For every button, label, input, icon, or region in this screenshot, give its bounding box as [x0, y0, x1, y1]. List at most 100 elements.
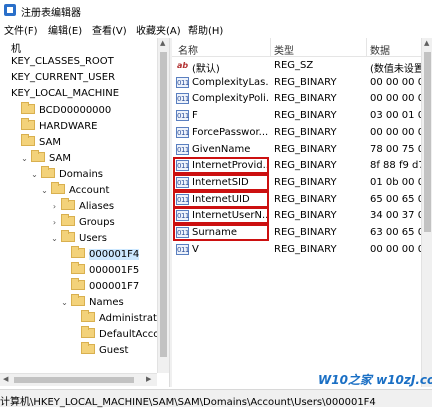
- tree-node-label: Account: [69, 185, 110, 196]
- scroll-up-icon[interactable]: ▲: [160, 39, 165, 47]
- tree-node-label: Domains: [59, 169, 104, 180]
- list-scroll-thumb[interactable]: [424, 52, 431, 232]
- string-value-icon: ab: [176, 61, 189, 70]
- scroll-right-icon[interactable]: ▶: [146, 375, 151, 383]
- folder-icon: [81, 310, 95, 322]
- tree-node[interactable]: ⌄ Account: [40, 182, 110, 200]
- watermark: W10之家 w10zJ.com: [318, 373, 432, 387]
- tree-node-label: HARDWARE: [39, 121, 98, 132]
- tree-node-label: Guest: [99, 345, 129, 356]
- tree-node-label: 000001F7: [89, 281, 140, 292]
- column-header-name[interactable]: 名称: [178, 42, 198, 57]
- value-type: REG_BINARY: [274, 110, 337, 122]
- folder-icon: [61, 214, 75, 226]
- tree-node-label: BCD00000000: [39, 105, 112, 116]
- folder-icon: [81, 342, 95, 354]
- highlight-annotation-box: [173, 173, 269, 191]
- value-name: ForcePasswor...: [192, 126, 268, 138]
- value-name: F: [192, 110, 198, 122]
- folder-icon: [71, 246, 85, 258]
- value-row[interactable]: 011ComplexityLas...REG_BINARY00 00 00 00…: [172, 75, 432, 91]
- value-type: REG_BINARY: [274, 227, 337, 238]
- column-header-type[interactable]: 类型: [274, 42, 294, 57]
- folder-icon: [21, 118, 35, 130]
- value-type: REG_BINARY: [274, 160, 337, 172]
- chevron-down-icon[interactable]: ⌄: [30, 170, 39, 179]
- chevron-right-icon[interactable]: ›: [50, 202, 59, 211]
- value-row[interactable]: 011FREG_BINARY03 00 01 00 00: [172, 108, 432, 124]
- window-title: 注册表编辑器: [21, 8, 81, 19]
- folder-icon: [61, 230, 75, 242]
- value-name: ComplexityPoli...: [192, 93, 268, 105]
- tree-node[interactable]: › Groups: [50, 214, 115, 232]
- menu-favorites[interactable]: 收藏夹(A): [136, 22, 181, 37]
- menu-help[interactable]: 帮助(H): [188, 22, 223, 37]
- menu-edit[interactable]: 编辑(E): [48, 22, 82, 37]
- folder-icon: [71, 278, 85, 290]
- tree-node-label: Users: [79, 233, 108, 244]
- tree-node[interactable]: › Aliases: [50, 198, 115, 216]
- tree-node-label: DefaultAcco: [99, 329, 160, 340]
- status-bar: 计算机\HKEY_LOCAL_MACHINE\SAM\SAM\Domains\A…: [0, 389, 432, 408]
- highlight-annotation-box: [173, 207, 269, 225]
- tree-scroll-thumb[interactable]: [160, 52, 167, 357]
- highlight-annotation-box: [173, 190, 269, 208]
- list-header: 名称 类型 数据: [172, 38, 432, 57]
- value-type: REG_BINARY: [274, 243, 337, 255]
- scroll-left-icon[interactable]: ◀: [3, 375, 8, 383]
- tree-hscroll-thumb[interactable]: [14, 377, 134, 383]
- highlight-annotation-box: [173, 224, 269, 241]
- value-row[interactable]: 011 ForcePasswor... REG_BINARY 00 00 00 00: [172, 125, 432, 141]
- value-row[interactable]: 011ComplexityPoli...REG_BINARY00 00 00 0…: [172, 91, 432, 107]
- menu-view[interactable]: 查看(V): [92, 22, 127, 37]
- value-type: REG_BINARY: [274, 126, 337, 138]
- binary-value-icon: 011: [176, 126, 189, 138]
- chevron-down-icon[interactable]: ⌄: [50, 234, 59, 243]
- tree-node[interactable]: KEY_LOCAL_MACHINE: [0, 88, 119, 104]
- value-type: REG_BINARY: [274, 76, 337, 88]
- folder-icon: [21, 102, 35, 114]
- column-header-data[interactable]: 数据: [370, 42, 390, 57]
- tree-node-label: KEY_LOCAL_MACHINE: [11, 88, 120, 99]
- folder-icon: [31, 150, 45, 162]
- tree-node[interactable]: ⌄ Names: [60, 294, 124, 312]
- tree-horizontal-scrollbar[interactable]: ◀ ▶: [0, 373, 157, 386]
- tree-node-label: 机: [11, 44, 21, 55]
- menu-file[interactable]: 文件(F): [4, 22, 38, 37]
- registry-tree[interactable]: 机 KEY_CLASSES_ROOT KEY_CURRENT_USER KEY_LOC…: [0, 38, 168, 387]
- value-name: (默认): [192, 64, 220, 75]
- chevron-down-icon[interactable]: ⌄: [40, 186, 49, 195]
- highlight-annotation-box: [173, 157, 269, 175]
- tree-node-label: Aliases: [79, 201, 115, 212]
- tree-node-label: Groups: [79, 217, 115, 228]
- menu-bar: 文件(F) 编辑(E) 查看(V) 收藏夹(A) 帮助(H): [0, 21, 432, 37]
- value-name: V: [192, 243, 199, 255]
- chevron-down-icon[interactable]: ⌄: [60, 298, 69, 307]
- binary-value-icon: 011: [176, 110, 189, 122]
- chevron-down-icon[interactable]: ⌄: [20, 154, 29, 163]
- folder-icon: [81, 326, 95, 338]
- tree-node-label: Names: [89, 297, 124, 308]
- value-row[interactable]: 011 GivenName REG_BINARY 78 00 75 00: [172, 142, 432, 158]
- values-list[interactable]: 名称 类型 数据 ab (默认) REG_SZ (数值未设置) 011 Complexit…: [172, 38, 432, 387]
- list-vertical-scrollbar[interactable]: ▲: [421, 38, 432, 387]
- tree-node-label: KEY_CLASSES_ROOT: [11, 56, 114, 67]
- value-row[interactable]: 011VREG_BINARY00 00 00 00 f4: [172, 242, 432, 258]
- scroll-up-icon[interactable]: ▲: [424, 39, 429, 47]
- binary-value-icon: 011: [176, 76, 189, 88]
- tree-node[interactable]: Guest: [70, 342, 129, 360]
- value-row[interactable]: ab (默认) REG_SZ (数值未设置): [172, 58, 432, 75]
- tree-node[interactable]: KEY_CLASSES_ROOT: [0, 56, 114, 72]
- value-name: GivenName: [192, 143, 251, 155]
- tree-node[interactable]: 机: [0, 40, 21, 56]
- value-name: ComplexityLas...: [192, 76, 268, 88]
- tree-node-label: SAM: [49, 153, 72, 164]
- chevron-right-icon[interactable]: ›: [50, 218, 59, 227]
- tree-node[interactable]: KEY_CURRENT_USER: [0, 72, 115, 88]
- title-bar: 注册表编辑器: [0, 0, 432, 20]
- value-type: REG_SZ: [274, 60, 314, 71]
- tree-node[interactable]: ⌄ Domains: [30, 166, 104, 184]
- tree-vertical-scrollbar[interactable]: ▲: [157, 38, 169, 373]
- value-type: REG_BINARY: [274, 176, 337, 188]
- registry-editor-icon: [4, 4, 16, 16]
